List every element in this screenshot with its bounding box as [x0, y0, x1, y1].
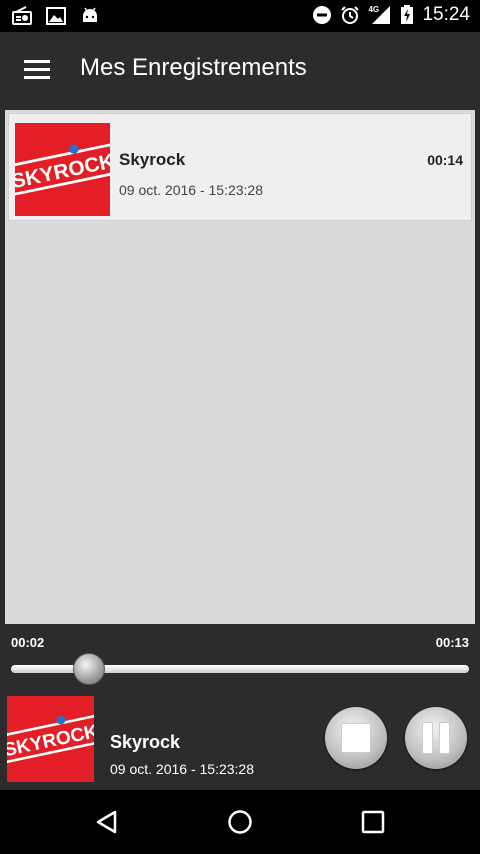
skyrock-logo: SKYROCK — [15, 123, 110, 216]
player-panel: 00:02 00:13 SKYROCK Skyrock 09 oct. 2016… — [0, 624, 480, 790]
status-bar: 4G 15:24 — [0, 0, 480, 32]
stop-button[interactable] — [325, 707, 387, 769]
system-nav-bar — [0, 790, 480, 854]
elapsed-time: 00:02 — [11, 635, 45, 650]
do-not-disturb-icon — [312, 5, 332, 25]
recording-name: Skyrock — [119, 150, 186, 169]
android-icon — [80, 6, 100, 26]
list-item[interactable]: SKYROCK Skyrock 09 oct. 2016 - 15:23:28 … — [8, 113, 472, 221]
home-icon[interactable] — [226, 808, 254, 836]
page-title: Mes Enregistrements — [80, 54, 307, 81]
menu-icon[interactable] — [24, 60, 50, 80]
seek-thumb[interactable] — [72, 653, 105, 685]
recent-apps-icon[interactable] — [359, 808, 387, 836]
radio-icon — [12, 6, 32, 26]
recordings-list: SKYROCK Skyrock 09 oct. 2016 - 15:23:28 … — [5, 110, 475, 624]
app-bar: Mes Enregistrements — [0, 32, 480, 110]
alarm-icon — [340, 5, 360, 25]
stop-icon — [341, 723, 371, 753]
recording-duration: 00:14 — [427, 152, 463, 168]
skyrock-logo: SKYROCK — [7, 696, 94, 782]
pause-icon — [422, 722, 433, 754]
status-time: 15:24 — [422, 4, 470, 25]
now-playing-date: 09 oct. 2016 - 15:23:28 — [110, 761, 254, 777]
pause-button[interactable] — [405, 707, 467, 769]
signal-4g-icon: 4G — [368, 5, 392, 25]
recording-date: 09 oct. 2016 - 15:23:28 — [119, 182, 263, 198]
total-time: 00:13 — [435, 635, 469, 650]
back-icon[interactable] — [93, 808, 121, 836]
battery-charging-icon — [400, 5, 414, 25]
network-type-label: 4G — [368, 5, 380, 14]
now-playing-name: Skyrock — [110, 732, 181, 752]
image-icon — [46, 6, 66, 26]
